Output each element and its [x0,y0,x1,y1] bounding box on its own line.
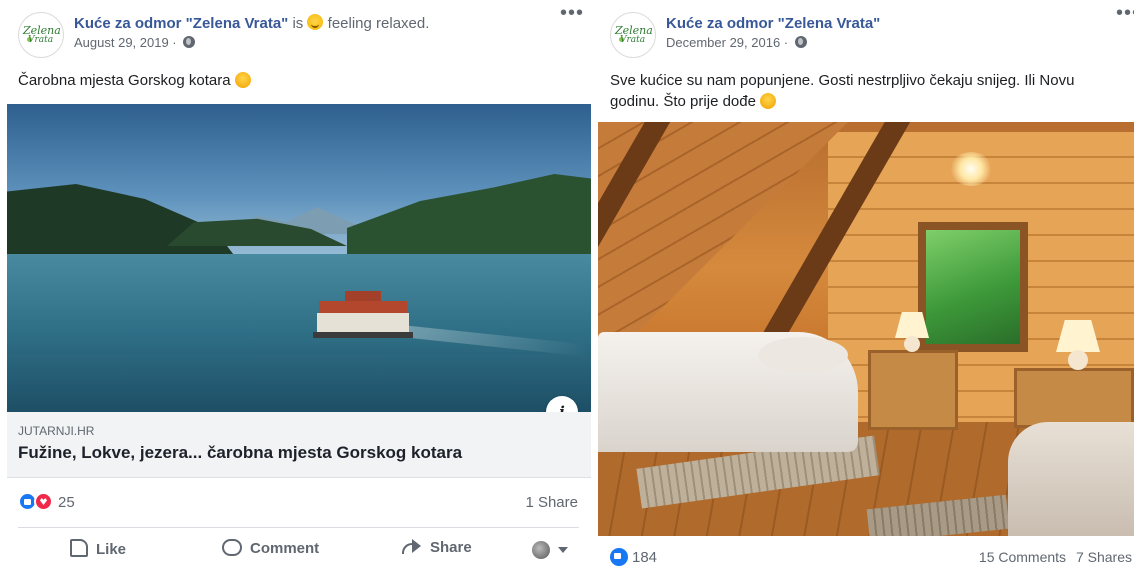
smile-emoji-icon [234,72,251,88]
post-text: Čarobna mjesta Gorskog kotara [18,70,251,91]
status-is: is [292,15,304,32]
smile-emoji-icon [760,93,777,109]
post-photo[interactable] [598,122,1134,536]
share-count[interactable]: 7 Shares [1076,549,1132,565]
divider [18,527,579,528]
globe-icon [794,36,807,48]
link-preview-image[interactable] [7,104,591,412]
post-card-1: Zelena Vrata Kuće za odmor "Zelena Vrata… [0,0,598,567]
avatar-logo-text: Vrata [620,35,646,45]
link-domain: JUTARNJI.HR [18,424,95,438]
page-name-link[interactable]: Kuće za odmor "Zelena Vrata" [74,15,288,32]
comment-icon [222,539,242,556]
post-date[interactable]: December 29, 2016 · [666,35,788,50]
like-button[interactable]: Like [70,539,126,558]
page-avatar[interactable]: Zelena Vrata [18,12,64,58]
link-title: Fužine, Lokve, jezera... čarobna mjesta … [18,443,463,462]
thumbs-up-icon [70,539,88,557]
comment-count[interactable]: 15 Comments [979,549,1066,565]
feeling-text: feeling relaxed. [327,15,430,32]
header-text: Kuće za odmor "Zelena Vrata" December 29… [666,14,880,52]
love-reaction-icon [34,492,53,511]
comment-button[interactable]: Comment [222,539,319,557]
share-button[interactable]: Share [402,539,472,556]
header-text: Kuće za odmor "Zelena Vrata" is feeling … [74,14,429,52]
post-text: Sve kućice su nam popunjene. Gosti nestr… [610,72,1075,110]
more-options-button[interactable]: ••• [1116,3,1134,23]
more-options-button[interactable]: ••• [560,3,584,23]
share-count[interactable]: 1 Share [525,494,578,511]
post-card-2: Zelena Vrata Kuće za odmor "Zelena Vrata… [598,0,1134,567]
reaction-count: 184 [632,549,658,566]
reaction-count: 25 [58,494,75,511]
page-avatar[interactable]: Zelena Vrata [610,12,656,58]
post-date[interactable]: August 29, 2019 · [74,35,177,50]
share-icon [402,539,422,555]
globe-icon [183,36,196,48]
audience-selector[interactable] [532,541,569,560]
page-name-link[interactable]: Kuće za odmor "Zelena Vrata" [666,15,880,32]
relieved-emoji-icon [307,14,324,30]
post-header: Zelena Vrata Kuće za odmor "Zelena Vrata… [18,12,616,58]
post-header: Zelena Vrata Kuće za odmor "Zelena Vrata… [610,12,1134,58]
post-stats: 15 Comments 7 Shares [973,549,1132,565]
avatar-logo-text: Vrata [28,35,54,45]
link-preview[interactable]: JUTARNJI.HR Fužine, Lokve, jezera... čar… [7,412,591,478]
globe-icon [532,541,550,559]
like-reaction-icon [610,548,628,566]
caret-down-icon [558,547,569,553]
action-bar: Like Comment Share [0,533,598,567]
